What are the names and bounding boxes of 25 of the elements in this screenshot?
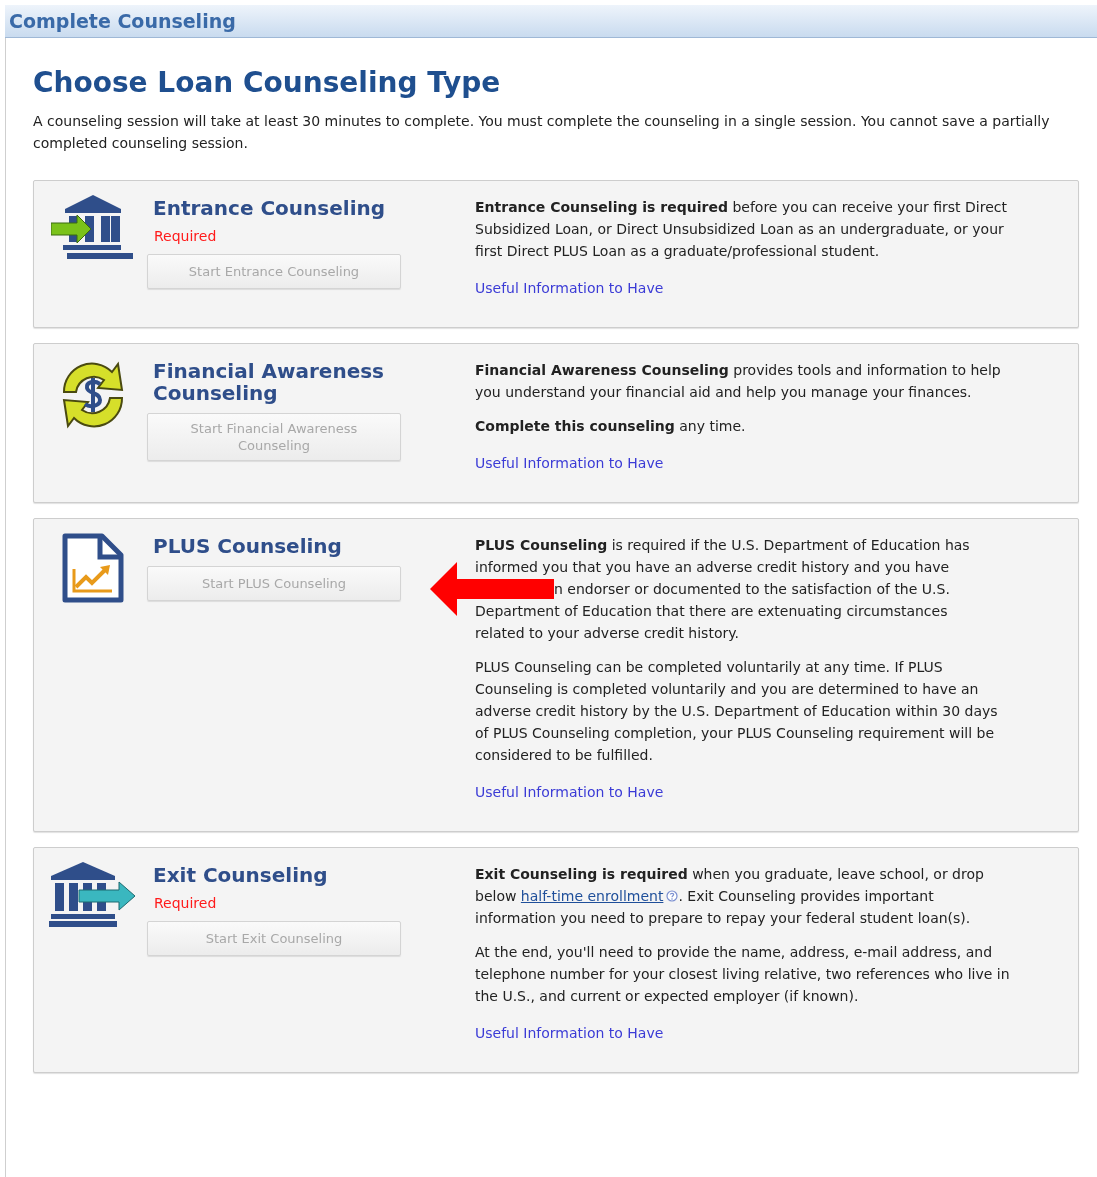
- required-label: Required: [154, 894, 218, 912]
- header-title: Complete Counseling: [9, 8, 236, 34]
- card-title: PLUS Counseling: [153, 533, 343, 557]
- useful-info-link[interactable]: Useful Information to Have: [475, 452, 664, 474]
- description-text: PLUS Counseling can be completed voluntarily at any time. If PLUS Counseling is completed voluntarily and you are determined to have an adverse credit history by the U.S. Department of Education within 30 days of PLUS Counseling completion, your PLUS Counseling requirement will be considered to be fulfilled.: [475, 658, 999, 765]
- useful-info-link[interactable]: Useful Information to Have: [475, 277, 664, 299]
- chart-document-icon: [61, 533, 124, 603]
- help-icon[interactable]: [666, 890, 679, 902]
- enrollment-link[interactable]: half-time enrollment: [520, 888, 664, 904]
- intro-text: A counseling session will take at least 30 minutes to complete. You must complete the counseling in a single session. You cannot save a partially completed counseling session.: [33, 112, 1051, 153]
- description-text: Complete this counseling any time.: [475, 417, 747, 436]
- bank-arrow-icon: [50, 195, 135, 261]
- useful-info-link[interactable]: Useful Information to Have: [475, 1022, 664, 1044]
- description-text: Entrance Counseling is required before you can receive your first Direct Subsidized Loan, or Direct Unsubsidized Loan as an undergraduate, or your first Direct PLUS Loan as a graduate/professional student.: [475, 198, 1008, 261]
- description-text: PLUS Counseling is required if the U.S. Department of Education has informed you that you have an adverse credit history and you have n endorser or documented to the satisfaction of the U.S. Department of Education that there are extenuating circumstances related to your adverse credit history.: [475, 536, 971, 643]
- card-title: Exit Counseling: [153, 862, 329, 886]
- required-label: Required: [154, 227, 218, 245]
- page-heading: Choose Loan Counseling Type: [33, 65, 502, 100]
- description-text: Financial Awareness Counseling provides tools and information to help you understand your financial aid and help you manage your finances.: [475, 361, 1002, 402]
- description-text: Exit Counseling is required when you graduate, leave school, or drop below half-time enrollment . Exit Counseling provides important information you need to prepare to repay your federal student loan(s).: [475, 865, 985, 928]
- card-title: Financial Awareness Counseling: [153, 358, 385, 404]
- card-title: Entrance Counseling: [153, 195, 387, 219]
- useful-info-link[interactable]: Useful Information to Have: [475, 781, 664, 803]
- description-text: At the end, you'll need to provide the name, address, e-mail address, and telephone number for your closest living relative, two references who live in the U.S., and current or expected employer (if known).: [475, 943, 1010, 1006]
- bank-arrow-icon: [48, 862, 137, 928]
